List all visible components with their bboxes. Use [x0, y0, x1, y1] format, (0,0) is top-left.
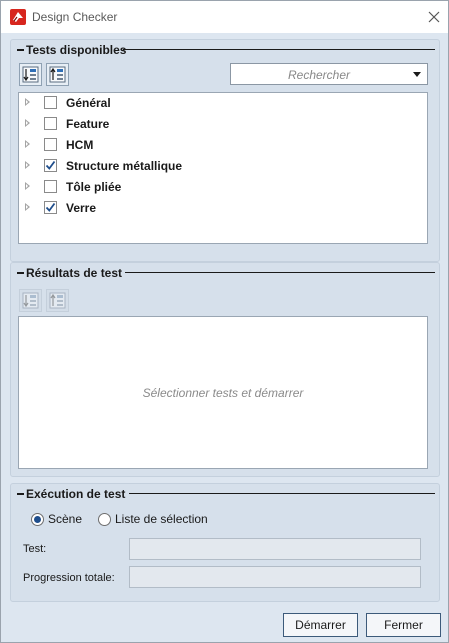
tree-item-label: Verre: [66, 201, 97, 215]
results-empty-message: Sélectionner tests et démarrer: [142, 386, 304, 400]
tree-item-structure-metallique[interactable]: Structure métallique: [19, 156, 427, 177]
collapse-all-icon: [49, 292, 66, 309]
test-field: [129, 538, 421, 560]
app-logo-icon: [10, 9, 26, 25]
tree-expander-icon[interactable]: [25, 119, 30, 127]
collapse-panel-icon[interactable]: [17, 493, 24, 495]
tree-item-label: Feature: [66, 117, 110, 131]
tree-checkbox-checked[interactable]: [44, 159, 57, 172]
design-checker-window: Design Checker Tests disponibles Recherc…: [0, 0, 449, 643]
expand-all-icon: [22, 66, 39, 83]
expand-all-icon: [22, 292, 39, 309]
radio-selection-list-label[interactable]: Liste de sélection: [115, 512, 208, 526]
checkmark-icon: [45, 160, 56, 170]
title-bar: Design Checker: [1, 1, 448, 33]
radio-scene[interactable]: [31, 513, 44, 526]
collapse-all-button[interactable]: [46, 63, 69, 86]
results-collapse-all-button[interactable]: [46, 289, 69, 312]
start-button[interactable]: Démarrer: [283, 613, 358, 637]
tree-checkbox[interactable]: [44, 96, 57, 109]
tree-item-label: Général: [66, 96, 111, 110]
collapse-panel-icon[interactable]: [17, 49, 24, 51]
tree-item-general[interactable]: Général: [19, 93, 427, 114]
window-title: Design Checker: [32, 10, 118, 24]
close-icon: [428, 11, 440, 23]
test-results-header[interactable]: Résultats de test: [11, 263, 439, 283]
collapse-panel-icon[interactable]: [17, 272, 24, 274]
close-window-button[interactable]: [422, 5, 446, 29]
tree-expander-icon[interactable]: [25, 203, 30, 211]
available-tests-panel: Tests disponibles Rechercher Général Fea…: [10, 39, 440, 262]
tree-expander-icon[interactable]: [25, 98, 30, 106]
tree-item-label: Structure métallique: [66, 159, 183, 173]
test-execution-title: Exécution de test: [26, 487, 126, 501]
tree-checkbox-checked[interactable]: [44, 201, 57, 214]
tests-tree: Général Feature HCM Structure métallique…: [18, 92, 428, 244]
results-list[interactable]: Sélectionner tests et démarrer: [18, 316, 428, 469]
tree-checkbox[interactable]: [44, 117, 57, 130]
chevron-down-icon[interactable]: [413, 72, 421, 77]
search-placeholder: Rechercher: [287, 68, 351, 82]
test-field-label: Test:: [23, 543, 47, 555]
expand-all-button[interactable]: [19, 63, 42, 86]
total-progress-bar: [129, 566, 421, 588]
results-expand-all-button[interactable]: [19, 289, 42, 312]
available-tests-header[interactable]: Tests disponibles: [11, 40, 439, 60]
panel-divider: [125, 272, 435, 273]
tree-expander-icon[interactable]: [25, 161, 30, 169]
checkmark-icon: [45, 202, 56, 212]
test-execution-panel: Exécution de test Scène Liste de sélecti…: [10, 483, 440, 602]
tree-item-verre[interactable]: Verre: [19, 198, 427, 219]
test-results-title: Résultats de test: [26, 266, 123, 280]
tree-item-feature[interactable]: Feature: [19, 114, 427, 135]
tree-checkbox[interactable]: [44, 180, 57, 193]
total-progress-label: Progression totale:: [23, 572, 115, 584]
tree-item-hcm[interactable]: HCM: [19, 135, 427, 156]
dialog-body: Tests disponibles Rechercher Général Fea…: [1, 33, 448, 642]
tree-item-tole-pliee[interactable]: Tôle pliée: [19, 177, 427, 198]
search-combobox[interactable]: Rechercher: [230, 63, 428, 85]
available-tests-title: Tests disponibles: [26, 43, 127, 57]
tree-expander-icon[interactable]: [25, 182, 30, 190]
radio-scene-label[interactable]: Scène: [48, 512, 82, 526]
tree-expander-icon[interactable]: [25, 140, 30, 148]
test-results-panel: Résultats de test Sélectionner tests et …: [10, 262, 440, 477]
panel-divider: [123, 49, 435, 50]
panel-divider: [129, 493, 435, 494]
test-execution-header[interactable]: Exécution de test: [11, 484, 439, 504]
close-button[interactable]: Fermer: [366, 613, 441, 637]
collapse-all-icon: [49, 66, 66, 83]
tree-item-label: Tôle pliée: [66, 180, 122, 194]
tree-checkbox[interactable]: [44, 138, 57, 151]
tree-item-label: HCM: [66, 138, 94, 152]
radio-selection-list[interactable]: [98, 513, 111, 526]
